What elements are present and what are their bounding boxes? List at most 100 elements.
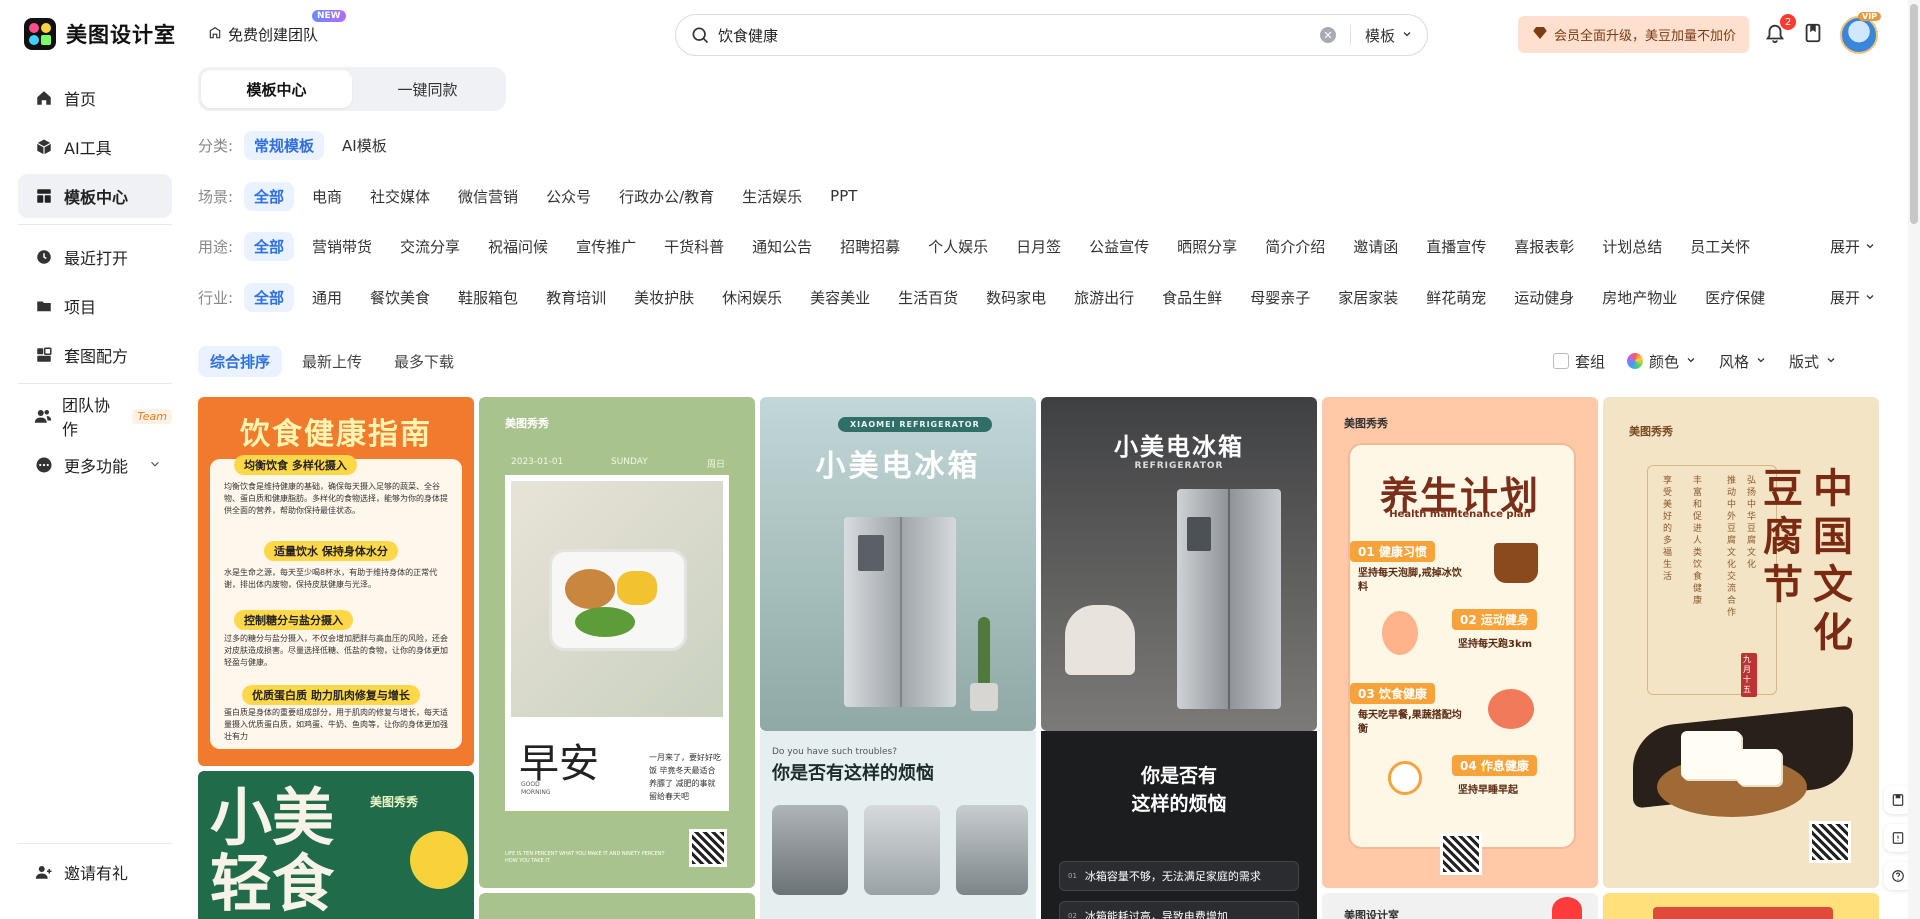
template-card[interactable]: 小美电冰箱 REFRIGERATOR — [1041, 397, 1317, 731]
filter-option[interactable]: 个人娱乐 — [918, 232, 998, 261]
filter-option[interactable]: 休闲娱乐 — [712, 283, 792, 312]
template-card[interactable] — [1603, 893, 1879, 919]
sidebar-item-label: 套图配方 — [64, 347, 129, 366]
filter-option[interactable]: 微信营销 — [448, 182, 528, 211]
group-checkbox[interactable]: 套组 — [1553, 351, 1605, 372]
sidebar-item-recipes[interactable]: 套图配方 — [18, 333, 172, 377]
card-sub: REFRIGERATOR — [1134, 461, 1224, 471]
style-filter[interactable]: 风格 — [1719, 351, 1767, 372]
filter-option[interactable]: 美容美业 — [800, 283, 880, 312]
sidebar-item-more[interactable]: 更多功能 — [18, 443, 172, 487]
expand-industry-button[interactable]: 展开 — [1830, 287, 1876, 308]
filter-option[interactable]: 祝福问候 — [478, 232, 558, 261]
card-weekday: SUNDAY — [611, 457, 648, 467]
filter-option[interactable]: 鲜花萌宠 — [1416, 283, 1496, 312]
sidebar-item-team[interactable]: 团队协作 Team — [18, 394, 172, 439]
filter-option[interactable]: 通用 — [302, 283, 352, 312]
scrollbar[interactable] — [1908, 0, 1920, 919]
filter-option[interactable]: 餐饮美食 — [360, 283, 440, 312]
filter-option[interactable]: 家居家装 — [1328, 283, 1408, 312]
home-icon — [34, 88, 54, 108]
filter-option[interactable]: 生活百货 — [888, 283, 968, 312]
search-type-select[interactable]: 模板 — [1365, 25, 1413, 46]
app-logo[interactable]: 美图设计室 — [24, 18, 176, 50]
filter-option[interactable]: 社交媒体 — [360, 182, 440, 211]
template-card[interactable]: 你是否有 这样的烦恼 01 冰箱容量不够，无法满足家庭的需求 02 冰箱能耗过高… — [1041, 731, 1317, 919]
filter-option[interactable]: 全部 — [244, 231, 295, 261]
sidebar-item-templates[interactable]: 模板中心 — [18, 174, 172, 218]
filter-option[interactable]: 教育培训 — [536, 283, 616, 312]
filter-option[interactable]: 招聘招募 — [830, 232, 910, 261]
filter-option[interactable]: 晒照分享 — [1167, 232, 1247, 261]
template-card[interactable]: 美图秀秀 小美 轻食 — [198, 771, 474, 919]
filter-option[interactable]: 喜报表彰 — [1504, 232, 1584, 261]
filter-option[interactable]: 旅游出行 — [1064, 283, 1144, 312]
sort-most-downloads[interactable]: 最多下载 — [382, 346, 466, 377]
filter-option[interactable]: 公益宣传 — [1079, 232, 1159, 261]
template-card[interactable]: Do you have such troubles? 你是否有这样的烦恼 — [760, 731, 1036, 919]
template-card[interactable]: 美图秀秀 2023-01-01 SUNDAY 周日 早安 GOOD MORNIN… — [479, 397, 755, 888]
filter-option[interactable]: 医疗保健 — [1695, 283, 1775, 312]
trouble-number: 02 — [1068, 912, 1077, 919]
filter-option[interactable]: 公众号 — [536, 182, 601, 211]
filter-option[interactable]: 简介介绍 — [1255, 232, 1335, 261]
filter-option[interactable]: 员工关怀 — [1680, 232, 1760, 261]
color-filter[interactable]: 颜色 — [1627, 351, 1697, 372]
filter-option[interactable]: 美妆护肤 — [624, 283, 704, 312]
filter-option[interactable]: 运动健身 — [1504, 283, 1584, 312]
expand-usage-button[interactable]: 展开 — [1830, 236, 1876, 257]
bookmark-icon[interactable] — [1802, 22, 1826, 46]
filter-option[interactable]: 生活娱乐 — [732, 182, 812, 211]
notification-badge: 2 — [1780, 14, 1796, 30]
template-card[interactable]: 美图秀秀 弘扬中华豆腐文化 推动中外豆腐文化交流合作 丰富和促进人类饮食健康 享… — [1603, 397, 1879, 888]
sidebar-item-recent[interactable]: 最近打开 — [18, 235, 172, 279]
filter-option[interactable]: 营销带货 — [302, 232, 382, 261]
filter-option[interactable]: 食品生鲜 — [1152, 283, 1232, 312]
template-card[interactable]: XIAOMEI REFRIGERATOR 小美电冰箱 — [760, 397, 1036, 731]
filter-option[interactable]: 全部 — [244, 282, 295, 312]
filter-option[interactable]: 行政办公/教育 — [609, 182, 724, 211]
sidebar-item-projects[interactable]: 项目 — [18, 284, 172, 328]
filter-option[interactable]: 直播宣传 — [1416, 232, 1496, 261]
template-card[interactable]: 美图设计室 — [1322, 893, 1598, 919]
filter-option[interactable]: 邀请函 — [1343, 232, 1408, 261]
filter-option[interactable]: 数码家电 — [976, 283, 1056, 312]
filter-option[interactable]: 常规模板 — [244, 130, 325, 160]
create-team-button[interactable]: 免费创建团队 NEW — [208, 10, 346, 45]
filter-option[interactable]: PPT — [820, 183, 867, 209]
card-sub: Health maintenance plan — [1389, 509, 1531, 520]
format-filter[interactable]: 版式 — [1789, 351, 1837, 372]
filter-option[interactable]: 干货科普 — [654, 232, 734, 261]
filter-option[interactable]: 房地产物业 — [1592, 283, 1687, 312]
sort-comprehensive[interactable]: 综合排序 — [198, 345, 283, 377]
sidebar-item-ai-tools[interactable]: AI工具 — [18, 125, 172, 169]
filter-option[interactable]: 母婴亲子 — [1240, 283, 1320, 312]
plan-desc: 坚持每天跑3km — [1458, 639, 1533, 650]
card-footnote: LIFE IS TEN PERCENT WHAT YOU MAKE IT AND… — [505, 851, 665, 864]
avatar[interactable] — [1840, 16, 1878, 54]
filter-option[interactable]: 鞋服箱包 — [448, 283, 528, 312]
clock-icon — [34, 247, 54, 267]
filter-option[interactable]: 计划总结 — [1592, 232, 1672, 261]
sort-newest[interactable]: 最新上传 — [290, 346, 374, 377]
tab-template-center[interactable]: 模板中心 — [201, 70, 352, 108]
filter-option[interactable]: 日月签 — [1006, 232, 1071, 261]
template-card[interactable] — [479, 893, 755, 919]
invite-button[interactable]: 邀请有礼 — [18, 850, 172, 894]
filter-option[interactable]: 通知公告 — [742, 232, 822, 261]
template-card[interactable]: 饮食健康指南 均衡饮食 多样化摄入 均衡饮食是维持健康的基础，确保每天摄入足够的… — [198, 397, 474, 766]
filter-option[interactable]: 交流分享 — [390, 232, 470, 261]
filter-option[interactable]: 宣传推广 — [566, 232, 646, 261]
card-brand: 美图设计室 — [1344, 909, 1399, 919]
template-card[interactable]: 美图秀秀 养生计划 Health maintenance plan 01 健康习… — [1322, 397, 1598, 888]
trouble-text: 冰箱能耗过高，导致电费增加 — [1084, 910, 1228, 919]
sidebar-item-home[interactable]: 首页 — [18, 76, 172, 120]
filter-option[interactable]: 全部 — [244, 181, 295, 211]
search-input[interactable] — [718, 26, 1320, 44]
vip-upgrade-banner[interactable]: 会员全面升级，美豆加量不加价 — [1518, 16, 1749, 53]
tab-one-click-same[interactable]: 一键同款 — [352, 70, 503, 108]
filter-option[interactable]: AI模板 — [332, 131, 397, 160]
scrollbar-thumb[interactable] — [1910, 4, 1918, 224]
clear-search-icon[interactable]: ✕ — [1319, 27, 1336, 43]
filter-option[interactable]: 电商 — [302, 182, 352, 211]
